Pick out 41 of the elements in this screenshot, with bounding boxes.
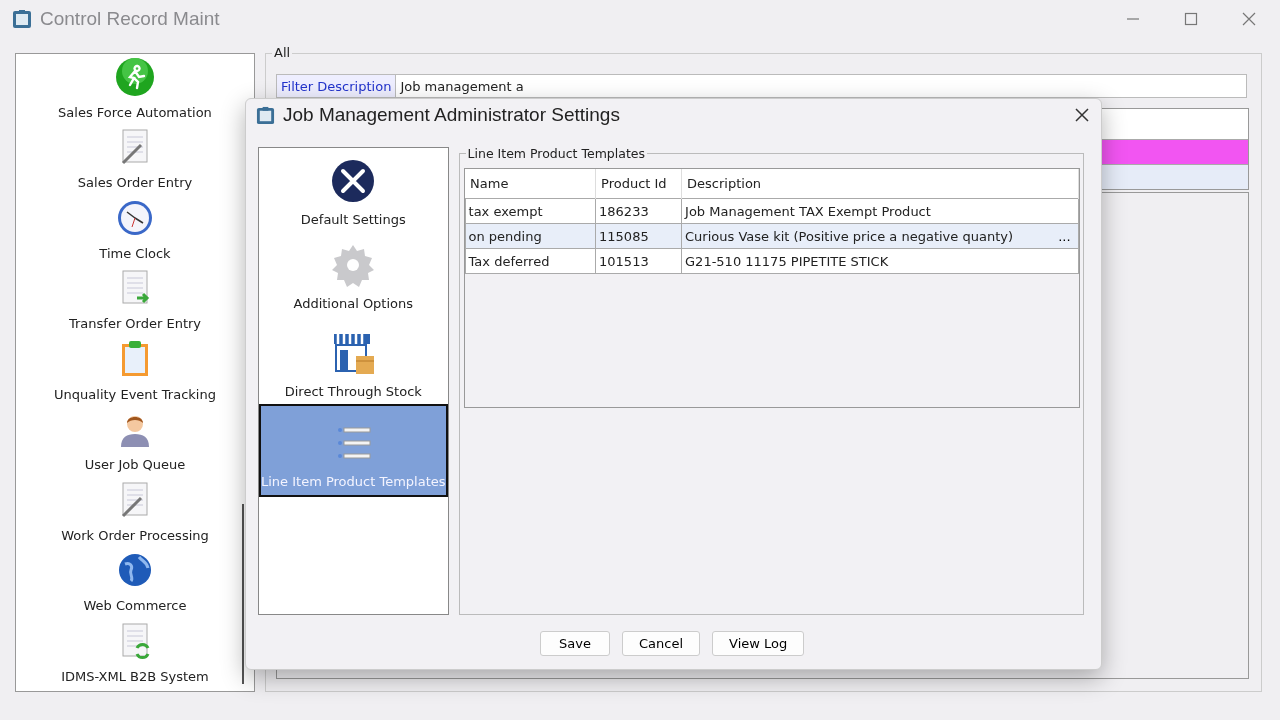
filter-label: Filter Description xyxy=(277,75,397,97)
filter-field[interactable]: Filter Description Job management a xyxy=(276,74,1247,98)
scrollbar[interactable] xyxy=(242,504,244,684)
cell-text: Curious Vase kit (Positive price a negative quanty) xyxy=(685,228,1013,244)
module-label[interactable]: Time Clock xyxy=(99,245,171,261)
clipboard-icon xyxy=(12,9,32,29)
nav-item[interactable]: Default Settings xyxy=(259,148,448,232)
dialog-button[interactable]: View Log xyxy=(712,631,805,656)
maximize-icon[interactable] xyxy=(1184,12,1198,26)
ellipsis-button[interactable]: ... xyxy=(1054,228,1075,244)
close-icon[interactable] xyxy=(1075,108,1089,122)
table-cell: G21-510 11175 PIPETITE STICK xyxy=(681,248,1079,274)
group-title: All xyxy=(272,45,293,60)
nav-item[interactable]: Direct Through Stock xyxy=(259,316,448,404)
runner-icon[interactable] xyxy=(115,57,155,97)
module-label[interactable]: Work Order Processing xyxy=(61,527,209,543)
table-cell: 115085 xyxy=(595,223,682,249)
module-label[interactable]: Sales Force Automation xyxy=(58,105,212,120)
column-header[interactable]: Product Id xyxy=(595,169,682,199)
filter-value: Job management a xyxy=(398,78,524,94)
dialog-title: Job Management Administrator Settings xyxy=(283,104,620,126)
window-title: Control Record Maint xyxy=(40,8,220,30)
dialog-button[interactable]: Save xyxy=(540,631,610,656)
clipboard-icon xyxy=(256,105,275,125)
module-label[interactable]: User Job Queue xyxy=(84,457,186,473)
column-header[interactable]: Description xyxy=(681,169,1079,199)
module-label[interactable]: Web Commerce xyxy=(83,598,187,614)
module-label[interactable]: Transfer Order Entry xyxy=(68,316,202,332)
dialog-button[interactable]: Cancel xyxy=(622,631,701,656)
table-cell: 186233 xyxy=(595,198,682,224)
table-cell: Tax deferred xyxy=(465,248,596,274)
module-label[interactable]: Unquality Event Tracking xyxy=(54,386,216,402)
section-title: Line Item Product Templates xyxy=(465,146,647,161)
module-label[interactable]: Sales Order Entry xyxy=(77,175,193,191)
column-header[interactable]: Name xyxy=(465,169,596,199)
table-cell: on pending xyxy=(465,223,596,249)
table-cell: Job Management TAX Exempt Product xyxy=(681,198,1079,224)
module-label[interactable]: IDMS-XML B2B System xyxy=(61,668,209,684)
table-cell: tax exempt xyxy=(465,198,596,224)
table-cell: 101513 xyxy=(595,248,682,274)
nav-item[interactable]: Additional Options xyxy=(259,232,448,316)
